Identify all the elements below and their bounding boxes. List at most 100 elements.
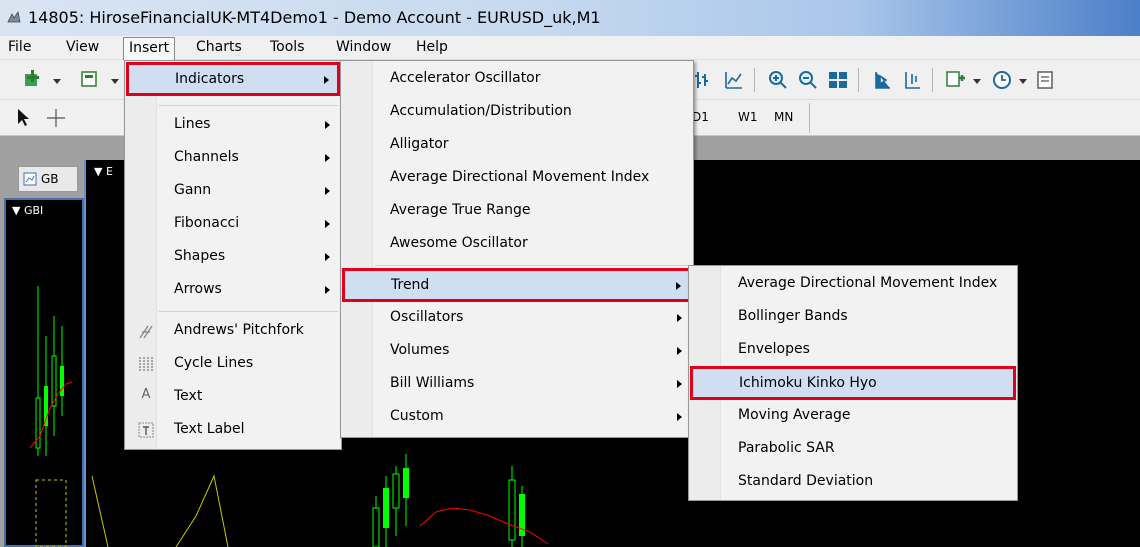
menu-item-moving-average[interactable]: Moving Average [692,401,1014,431]
templates-icon[interactable] [1034,68,1058,92]
insert-menu: Indicators Lines Channels Gann Fibonacci… [124,60,342,450]
menu-charts[interactable]: Charts [196,39,242,55]
timeframe-mn[interactable]: MN [774,110,793,124]
menu-separator [375,265,690,266]
submenu-arrow-icon [325,154,330,162]
menu-item-label: Accumulation/Distribution [390,103,572,119]
menu-item-text-label[interactable]: Text Label [128,415,338,445]
toolbar-separator [754,68,755,92]
menu-item-label: Bill Williams [390,375,475,391]
menu-view[interactable]: View [66,39,99,55]
chevron-down-icon[interactable] [1016,68,1030,92]
new-chart-icon[interactable] [22,68,46,92]
menu-item-label: Average True Range [390,202,531,218]
menu-item-channels[interactable]: Channels [128,143,338,173]
chevron-down-icon[interactable] [50,68,64,92]
menu-item-label: Arrows [174,281,222,297]
menu-item-label: Alligator [390,136,449,152]
crosshair-icon[interactable] [44,106,68,130]
menu-item-label: Custom [390,408,444,424]
submenu-arrow-icon [325,286,330,294]
auto-scroll-icon[interactable] [900,68,924,92]
app-icon [7,10,21,23]
menu-item-trend-admi[interactable]: Average Directional Movement Index [692,269,1014,299]
menu-item-indicators[interactable]: Indicators [126,62,340,96]
submenu-arrow-icon [677,413,682,421]
menu-item-label: Volumes [390,342,450,358]
menu-item-custom[interactable]: Custom [344,402,690,432]
chevron-down-icon[interactable] [970,68,984,92]
main-chart-series [91,454,549,547]
left-chart-candles [29,286,73,547]
menu-item-accelerator-oscillator[interactable]: Accelerator Oscillator [344,64,690,94]
menu-item-label: Accelerator Oscillator [390,70,541,86]
timeframe-w1[interactable]: W1 [738,110,758,124]
menu-item-alligator[interactable]: Alligator [344,130,690,160]
menu-tools[interactable]: Tools [270,39,305,55]
menu-window[interactable]: Window [336,39,391,55]
submenu-arrow-icon [325,220,330,228]
menu-item-shapes[interactable]: Shapes [128,242,338,272]
menu-item-standard-deviation[interactable]: Standard Deviation [692,467,1014,497]
menu-item-bill-williams[interactable]: Bill Williams [344,369,690,399]
submenu-arrow-icon [325,121,330,129]
pitchfork-icon [139,325,153,339]
menu-help[interactable]: Help [416,39,448,55]
menu-item-label: Andrews' Pitchfork [174,322,304,338]
submenu-arrow-icon [677,380,682,388]
menu-item-label: Lines [174,116,211,132]
menu-item-fibonacci[interactable]: Fibonacci [128,209,338,239]
menu-item-label: Bollinger Bands [738,308,848,324]
indicators-icon[interactable] [944,68,968,92]
submenu-arrow-icon [677,314,682,322]
menu-item-oscillators[interactable]: Oscillators [344,303,690,333]
chart-shift-icon[interactable] [870,68,894,92]
menu-item-label: Awesome Oscillator [390,235,528,251]
menu-item-average-true-range[interactable]: Average True Range [344,196,690,226]
toolbar-separator [932,68,933,92]
timeframe-d1[interactable]: D1 [692,110,709,124]
menu-item-awesome-oscillator[interactable]: Awesome Oscillator [344,229,690,259]
menu-item-envelopes[interactable]: Envelopes [692,335,1014,365]
menu-item-bollinger-bands[interactable]: Bollinger Bands [692,302,1014,332]
cycle-lines-icon [139,357,153,371]
menu-file[interactable]: File [8,39,31,55]
menu-item-parabolic-sar[interactable]: Parabolic SAR [692,434,1014,464]
submenu-arrow-icon [325,253,330,261]
menu-item-label: Standard Deviation [738,473,874,489]
menu-item-gann[interactable]: Gann [128,176,338,206]
submenu-arrow-icon [676,282,681,290]
menu-item-label: Fibonacci [174,215,240,231]
submenu-arrow-icon [325,187,330,195]
menu-item-label: Indicators [175,71,245,87]
zoom-in-icon[interactable] [766,68,790,92]
menu-item-accumulation-distribution[interactable]: Accumulation/Distribution [344,97,690,127]
menu-item-label: Cycle Lines [174,355,254,371]
line-chart-icon[interactable] [722,68,746,92]
profiles-icon[interactable] [78,68,102,92]
menu-item-trend[interactable]: Trend [342,268,692,302]
submenu-arrow-icon [677,347,682,355]
menu-item-label: Oscillators [390,309,464,325]
menu-item-cycle-lines[interactable]: Cycle Lines [128,349,338,379]
menu-item-ichimoku-kinko-hyo[interactable]: Ichimoku Kinko Hyo [690,366,1016,400]
zoom-out-icon[interactable] [796,68,820,92]
menu-item-volumes[interactable]: Volumes [344,336,690,366]
tile-windows-icon[interactable] [826,68,850,92]
menu-item-arrows[interactable]: Arrows [128,275,338,305]
menu-item-text[interactable]: A Text [128,382,338,412]
menu-item-lines[interactable]: Lines [128,110,338,140]
clock-icon[interactable] [990,68,1014,92]
menu-insert[interactable]: Insert [123,37,176,61]
menu-item-andrews-pitchfork[interactable]: Andrews' Pitchfork [128,316,338,346]
trend-submenu: Average Directional Movement Index Bolli… [688,265,1018,501]
menu-separator [159,105,338,106]
text-icon: A [141,387,151,402]
cursor-arrow-icon[interactable] [12,106,36,130]
menu-item-label: Channels [174,149,239,165]
menu-item-label: Parabolic SAR [738,440,835,456]
menu-item-label: Ichimoku Kinko Hyo [739,375,877,391]
chevron-down-icon[interactable] [108,68,122,92]
title-bar: 14805: HiroseFinancialUK-MT4Demo1 - Demo… [0,0,1140,36]
menu-item-average-directional-movement-index[interactable]: Average Directional Movement Index [344,163,690,193]
